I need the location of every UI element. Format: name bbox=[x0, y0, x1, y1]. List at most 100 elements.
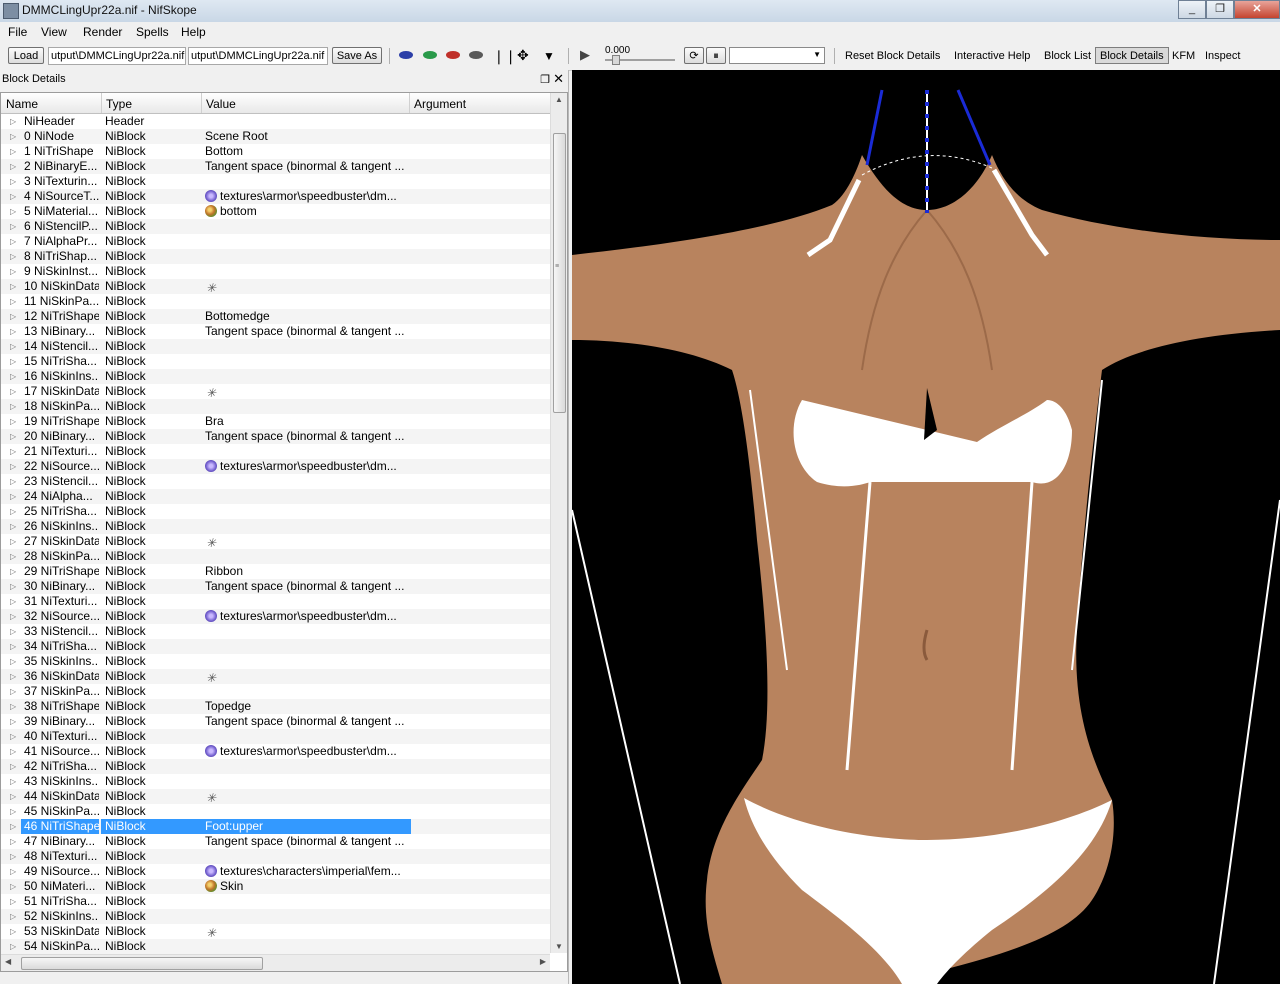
table-row[interactable]: ▷ 29 NiTriShape NiBlock Ribbon bbox=[1, 564, 550, 579]
table-row[interactable]: ▷ 28 NiSkinPa... NiBlock bbox=[1, 549, 550, 564]
scroll-down-icon[interactable]: ▼ bbox=[555, 942, 563, 951]
table-row[interactable]: ▷ 50 NiMateri... NiBlock Skin bbox=[1, 879, 550, 894]
expand-arrow-icon[interactable]: ▷ bbox=[10, 354, 20, 369]
table-row[interactable]: ▷ 38 NiTriShape NiBlock Topedge bbox=[1, 699, 550, 714]
expand-arrow-icon[interactable]: ▷ bbox=[10, 384, 20, 399]
expand-arrow-icon[interactable]: ▷ bbox=[10, 894, 20, 909]
inspect-button[interactable]: Inspect bbox=[1205, 50, 1240, 62]
maximize-button[interactable]: ❐ bbox=[1206, 0, 1234, 19]
column-argument[interactable]: Argument bbox=[414, 97, 466, 111]
table-row[interactable]: ▷ 2 NiBinaryE... NiBlock Tangent space (bin… bbox=[1, 159, 550, 174]
scroll-up-icon[interactable]: ▲ bbox=[555, 95, 563, 104]
expand-arrow-icon[interactable]: ▷ bbox=[10, 774, 20, 789]
view-side-icon[interactable] bbox=[423, 51, 437, 59]
expand-arrow-icon[interactable]: ▷ bbox=[10, 159, 20, 174]
view-top-icon[interactable] bbox=[446, 51, 460, 59]
menu-spells[interactable]: Spells bbox=[136, 25, 169, 39]
scroll-thumb[interactable] bbox=[21, 957, 263, 970]
table-row[interactable]: ▷ 45 NiSkinPa... NiBlock bbox=[1, 804, 550, 819]
expand-arrow-icon[interactable]: ▷ bbox=[10, 519, 20, 534]
expand-arrow-icon[interactable]: ▷ bbox=[10, 489, 20, 504]
table-row[interactable]: ▷ 19 NiTriShape NiBlock Bra bbox=[1, 414, 550, 429]
menu-file[interactable]: File bbox=[8, 25, 27, 39]
expand-arrow-icon[interactable]: ▷ bbox=[10, 399, 20, 414]
expand-arrow-icon[interactable]: ▷ bbox=[10, 639, 20, 654]
expand-arrow-icon[interactable]: ▷ bbox=[10, 114, 20, 129]
table-row[interactable]: ▷ 34 NiTriSha... NiBlock bbox=[1, 639, 550, 654]
block-list-button[interactable]: Block List bbox=[1044, 50, 1091, 62]
expand-arrow-icon[interactable]: ▷ bbox=[10, 249, 20, 264]
table-row[interactable]: ▷ 42 NiTriSha... NiBlock bbox=[1, 759, 550, 774]
save-as-button[interactable]: Save As bbox=[332, 47, 382, 64]
table-row[interactable]: ▷ NiHeader Header bbox=[1, 114, 550, 129]
table-row[interactable]: ▷ 4 NiSourceT... NiBlock textures\armor\spe… bbox=[1, 189, 550, 204]
expand-arrow-icon[interactable]: ▷ bbox=[10, 849, 20, 864]
expand-arrow-icon[interactable]: ▷ bbox=[10, 759, 20, 774]
close-button[interactable]: ✕ bbox=[1234, 0, 1280, 19]
block-tree[interactable]: Name Type Value Argument ▷ NiHeader Header… bbox=[0, 92, 568, 972]
table-row[interactable]: ▷ 52 NiSkinIns... NiBlock bbox=[1, 909, 550, 924]
expand-arrow-icon[interactable]: ▷ bbox=[10, 504, 20, 519]
expand-arrow-icon[interactable]: ▷ bbox=[10, 369, 20, 384]
expand-arrow-icon[interactable]: ▷ bbox=[10, 579, 20, 594]
scroll-thumb[interactable] bbox=[553, 133, 566, 413]
expand-arrow-icon[interactable]: ▷ bbox=[10, 729, 20, 744]
table-row[interactable]: ▷ 7 NiAlphaPr... NiBlock bbox=[1, 234, 550, 249]
table-row[interactable]: ▷ 30 NiBinary... NiBlock Tangent space (bin… bbox=[1, 579, 550, 594]
expand-arrow-icon[interactable]: ▷ bbox=[10, 234, 20, 249]
menu-help[interactable]: Help bbox=[181, 25, 206, 39]
table-row[interactable]: ▷ 39 NiBinary... NiBlock Tangent space (bin… bbox=[1, 714, 550, 729]
table-row[interactable]: ▷ 49 NiSource... NiBlock textures\character… bbox=[1, 864, 550, 879]
table-row[interactable]: ▷ 48 NiTexturi... NiBlock bbox=[1, 849, 550, 864]
table-row[interactable]: ▷ 43 NiSkinIns... NiBlock bbox=[1, 774, 550, 789]
table-row[interactable]: ▷ 26 NiSkinIns... NiBlock bbox=[1, 519, 550, 534]
table-row[interactable]: ▷ 0 NiNode NiBlock Scene Root bbox=[1, 129, 550, 144]
table-row[interactable]: ▷ 6 NiStencilP... NiBlock bbox=[1, 219, 550, 234]
expand-arrow-icon[interactable]: ▷ bbox=[10, 414, 20, 429]
expand-arrow-icon[interactable]: ▷ bbox=[10, 939, 20, 954]
expand-arrow-icon[interactable]: ▷ bbox=[10, 624, 20, 639]
expand-arrow-icon[interactable]: ▷ bbox=[10, 789, 20, 804]
table-row[interactable]: ▷ 31 NiTexturi... NiBlock bbox=[1, 594, 550, 609]
view-user-icon[interactable] bbox=[469, 51, 483, 59]
expand-arrow-icon[interactable]: ▷ bbox=[10, 189, 20, 204]
table-row[interactable]: ▷ 3 NiTexturin... NiBlock bbox=[1, 174, 550, 189]
column-name[interactable]: Name bbox=[6, 97, 38, 111]
table-row[interactable]: ▷ 13 NiBinary... NiBlock Tangent space (bin… bbox=[1, 324, 550, 339]
interactive-help-button[interactable]: Interactive Help bbox=[954, 50, 1030, 62]
expand-arrow-icon[interactable]: ▷ bbox=[10, 429, 20, 444]
menu-view[interactable]: View bbox=[41, 25, 67, 39]
table-row[interactable]: ▷ 54 NiSkinPa... NiBlock bbox=[1, 939, 550, 954]
table-row[interactable]: ▷ 9 NiSkinInst... NiBlock bbox=[1, 264, 550, 279]
table-row[interactable]: ▷ 18 NiSkinPa... NiBlock bbox=[1, 399, 550, 414]
expand-arrow-icon[interactable]: ▷ bbox=[10, 609, 20, 624]
expand-arrow-icon[interactable]: ▷ bbox=[10, 744, 20, 759]
switch-icon[interactable]: ⏸ bbox=[706, 47, 726, 64]
table-row[interactable]: ▷ 44 NiSkinData NiBlock ✳ bbox=[1, 789, 550, 804]
load-path-input[interactable]: utput\DMMCLingUpr22a.nif bbox=[48, 47, 186, 65]
render-viewport[interactable] bbox=[572, 70, 1280, 984]
expand-arrow-icon[interactable]: ▷ bbox=[10, 144, 20, 159]
minimize-button[interactable]: _ bbox=[1178, 0, 1206, 19]
table-row[interactable]: ▷ 37 NiSkinPa... NiBlock bbox=[1, 684, 550, 699]
table-row[interactable]: ▷ 53 NiSkinData NiBlock ✳ bbox=[1, 924, 550, 939]
table-row[interactable]: ▷ 8 NiTriShap... NiBlock bbox=[1, 249, 550, 264]
view-front-icon[interactable] bbox=[399, 51, 413, 59]
table-row[interactable]: ▷ 10 NiSkinData NiBlock ✳ bbox=[1, 279, 550, 294]
scroll-left-icon[interactable]: ◀ bbox=[5, 957, 11, 966]
table-row[interactable]: ▷ 11 NiSkinPa... NiBlock bbox=[1, 294, 550, 309]
expand-arrow-icon[interactable]: ▷ bbox=[10, 864, 20, 879]
table-row[interactable]: ▷ 20 NiBinary... NiBlock Tangent space (bin… bbox=[1, 429, 550, 444]
column-type[interactable]: Type bbox=[106, 97, 132, 111]
table-row[interactable]: ▷ 1 NiTriShape NiBlock Bottom bbox=[1, 144, 550, 159]
expand-arrow-icon[interactable]: ▷ bbox=[10, 324, 20, 339]
vertical-scrollbar[interactable]: ▲ ≡ ▼ bbox=[550, 93, 567, 953]
expand-arrow-icon[interactable]: ▷ bbox=[10, 219, 20, 234]
reset-block-details-button[interactable]: Reset Block Details bbox=[845, 50, 940, 62]
expand-arrow-icon[interactable]: ▷ bbox=[10, 594, 20, 609]
table-row[interactable]: ▷ 47 NiBinary... NiBlock Tangent space (bin… bbox=[1, 834, 550, 849]
close-icon[interactable]: ✕ bbox=[553, 70, 564, 88]
expand-arrow-icon[interactable]: ▷ bbox=[10, 924, 20, 939]
table-row[interactable]: ▷ 21 NiTexturi... NiBlock bbox=[1, 444, 550, 459]
table-row[interactable]: ▷ 33 NiStencil... NiBlock bbox=[1, 624, 550, 639]
